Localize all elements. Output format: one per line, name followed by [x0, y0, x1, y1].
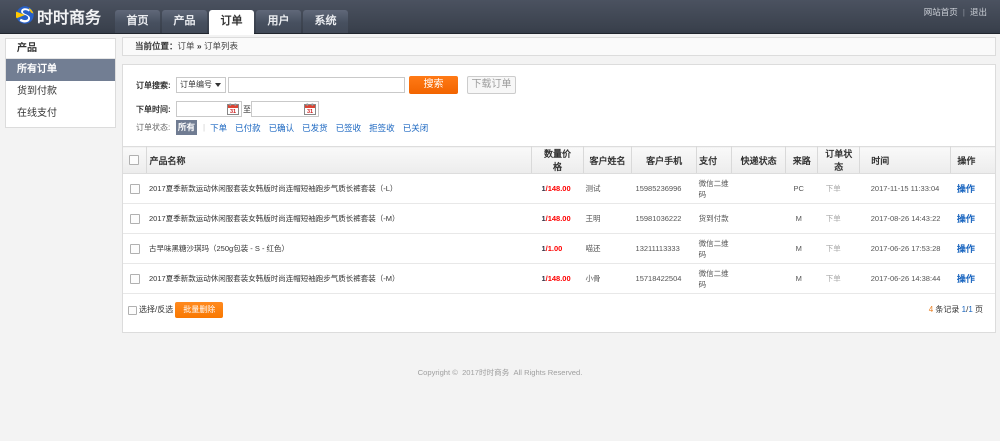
svg-text:31: 31	[230, 109, 236, 115]
svg-text:31: 31	[307, 109, 313, 115]
